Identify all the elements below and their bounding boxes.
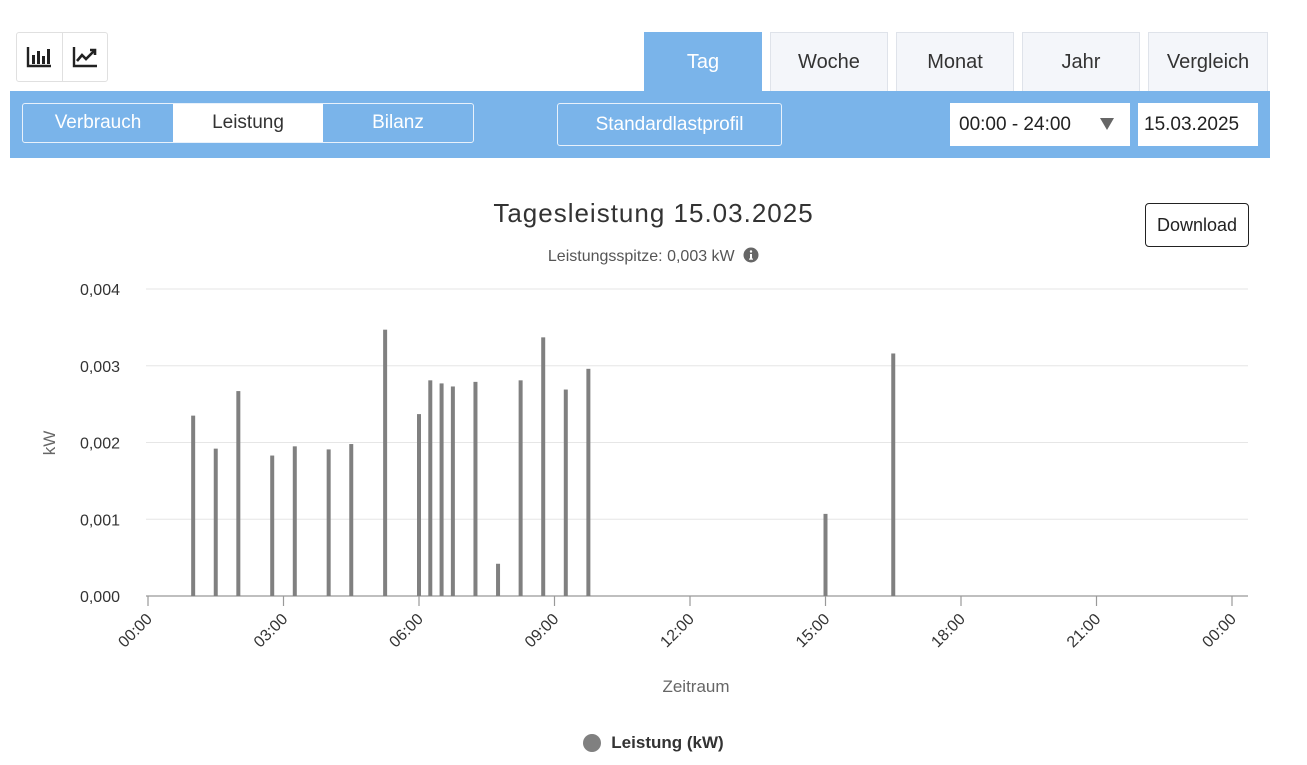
bar[interactable] [417, 414, 421, 596]
bar[interactable] [326, 449, 331, 596]
bar[interactable] [473, 381, 478, 596]
x-tick-label: 12:00 [657, 611, 697, 651]
bar[interactable] [383, 329, 388, 596]
y-tick-label: 0,000 [80, 589, 120, 606]
bar[interactable] [439, 383, 444, 596]
x-tick-label: 03:00 [251, 611, 291, 651]
bar[interactable] [349, 444, 354, 596]
legend-marker [583, 734, 602, 752]
chart-legend[interactable]: Leistung (kW) [0, 733, 1307, 753]
bar[interactable] [891, 353, 896, 596]
x-axis: 00:00 03:00 06:00 09:00 12:00 15:00 18:00 21:00… [115, 595, 1248, 651]
x-tick-label: 00:00 [115, 611, 155, 651]
chart-gridlines [146, 288, 1248, 520]
bar[interactable] [518, 380, 523, 596]
y-tick-label: 0,001 [80, 512, 120, 529]
x-tick-label: 18:00 [928, 611, 968, 651]
bar[interactable] [428, 380, 433, 596]
x-tick-label: 09:00 [522, 611, 562, 651]
x-tick-label: 21:00 [1064, 611, 1104, 651]
bar[interactable] [823, 513, 828, 596]
bar[interactable] [541, 337, 546, 596]
x-tick-label: 15:00 [793, 611, 833, 651]
y-tick-label: 0,004 [80, 282, 120, 299]
x-tick-label: 06:00 [386, 611, 426, 651]
bar[interactable] [191, 415, 196, 596]
bar[interactable] [236, 391, 241, 596]
x-axis-title: Zeitraum [662, 677, 729, 696]
y-tick-label: 0,003 [80, 359, 120, 376]
chart-bars [191, 329, 896, 596]
bar[interactable] [450, 386, 455, 596]
y-axis-ticks: 0,000 0,001 0,002 0,003 0,004 [80, 282, 120, 606]
y-tick-label: 0,002 [80, 436, 120, 453]
bar[interactable] [586, 368, 591, 596]
bar[interactable] [270, 455, 275, 596]
legend-label: Leistung (kW) [611, 733, 724, 752]
y-axis-title: kW [40, 431, 59, 456]
bar[interactable] [496, 563, 501, 596]
bar[interactable] [563, 389, 568, 596]
x-tick-label: 00:00 [1199, 611, 1239, 651]
power-bar-chart: 0,000 0,001 0,002 0,003 0,004 00:00 03:00 06:0… [40, 282, 1248, 696]
bar[interactable] [292, 446, 297, 596]
bar[interactable] [213, 448, 218, 596]
